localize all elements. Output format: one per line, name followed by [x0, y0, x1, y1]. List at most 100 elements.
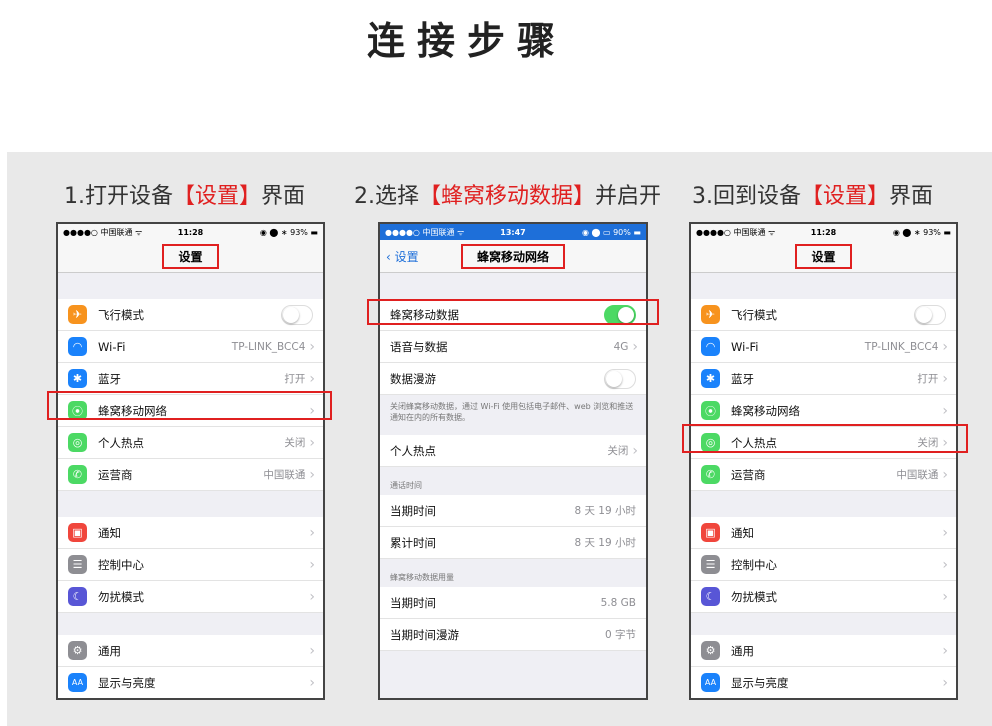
settings-row[interactable]: ✱ 蓝牙 打开 ›: [691, 363, 956, 395]
settings-row[interactable]: AA 显示与亮度 ›: [691, 667, 956, 698]
row-value: 5.8 GB: [600, 596, 636, 609]
usage-row: 当期时间漫游 0 字节: [380, 619, 646, 651]
phone-screenshot-cellular: ●●●●○ 中国联通 ᯤ 13:47 ◉ ⬤ ▭ 90% ▬ ‹ 设置 蜂窝移动…: [378, 222, 648, 700]
moon-icon: ☾: [701, 587, 720, 606]
chevron-right-icon: ›: [309, 674, 315, 691]
chevron-right-icon: ›: [942, 674, 948, 691]
row-label: 通用: [731, 643, 754, 658]
row-label: 通用: [98, 643, 121, 658]
row-label: 通知: [98, 525, 121, 540]
settings-group-system: ▣ 通知 › ☰ 控制中心 › ☾ 勿扰模式 ›: [58, 517, 323, 613]
step-3-title: 3.回到设备【设置】界面: [692, 178, 933, 210]
carrier-text: ●●●●○ 中国联通 ᯤ: [385, 227, 465, 237]
settings-row[interactable]: ☰ 控制中心 ›: [58, 549, 323, 581]
carrier-text: ●●●●○ 中国联通 ᯤ: [63, 227, 143, 237]
step-title-suffix: 并启开: [595, 184, 662, 209]
call-time-row: 累计时间 8 天 19 小时: [380, 527, 646, 559]
chevron-right-icon: ›: [942, 402, 948, 419]
display-icon: AA: [68, 673, 87, 692]
bracket-open: 【: [419, 184, 442, 209]
bracket-open: 【: [801, 184, 824, 209]
hotspot-row[interactable]: 个人热点 关闭 ›: [380, 435, 646, 467]
settings-row[interactable]: ✈ 飞行模式: [691, 299, 956, 331]
row-value: 关闭: [284, 437, 306, 449]
chevron-right-icon: ›: [942, 466, 948, 483]
settings-row[interactable]: ☾ 勿扰模式 ›: [58, 581, 323, 613]
cellular-description: 关闭蜂窝移动数据，通过 Wi-Fi 使用包括电子邮件、web 浏览和推送通知在内…: [380, 395, 646, 435]
step-2-title: 2.选择【蜂窝移动数据】并启开: [354, 178, 661, 210]
row-label: 语音与数据: [390, 339, 448, 354]
nav-title: 设置: [795, 243, 852, 269]
toggle-switch[interactable]: [914, 304, 946, 325]
row-value: 中国联通: [263, 469, 306, 481]
row-label: 蜂窝移动网络: [731, 403, 800, 418]
data-roaming-row[interactable]: 数据漫游: [380, 363, 646, 395]
page-title: 连接步骤: [366, 19, 567, 63]
control-center-icon: ☰: [701, 555, 720, 574]
chevron-right-icon: ›: [942, 642, 948, 659]
step-title-prefix: 1.打开设备: [64, 184, 173, 209]
call-time-row: 当期时间 8 天 19 小时: [380, 495, 646, 527]
settings-row[interactable]: ▣ 通知 ›: [58, 517, 323, 549]
settings-row[interactable]: ✈ 飞行模式: [58, 299, 323, 331]
highlight-cellular-data: [367, 299, 659, 325]
bracket-open: 【: [173, 184, 196, 209]
nav-bar: ‹ 设置 蜂窝移动网络: [380, 240, 646, 273]
row-label: 勿扰模式: [731, 589, 777, 604]
bluetooth-icon: ✱: [68, 369, 87, 388]
toggle-switch[interactable]: [281, 304, 313, 325]
highlight-personal-hotspot: [682, 424, 968, 453]
row-label: 累计时间: [390, 535, 436, 550]
phone-screenshot-settings: ●●●●○ 中国联通 ᯤ 11:28 ◉ ⬤ ∗ 93% ▬ 设置 ✈ 飞行模式 ◠…: [56, 222, 325, 700]
chevron-left-icon: ‹: [386, 250, 391, 264]
row-label: 个人热点: [98, 435, 144, 450]
settings-row[interactable]: ☰ 控制中心 ›: [691, 549, 956, 581]
settings-row[interactable]: ▣ 通知 ›: [691, 517, 956, 549]
settings-row[interactable]: ✆ 运营商 中国联通 ›: [58, 459, 323, 491]
row-label: 控制中心: [731, 557, 777, 572]
chevron-right-icon: ›: [942, 370, 948, 387]
hotspot-icon: ◎: [68, 433, 87, 452]
settings-row[interactable]: ◠ Wi-Fi TP-LINK_BCC4 ›: [58, 331, 323, 363]
row-label: Wi-Fi: [731, 339, 759, 354]
row-value: 8 天 19 小时: [574, 505, 636, 517]
nav-title: 设置: [162, 243, 219, 269]
row-label: 控制中心: [98, 557, 144, 572]
settings-row[interactable]: ✆ 运营商 中国联通 ›: [691, 459, 956, 491]
gear-icon: ⚙: [68, 641, 87, 660]
data-roaming-toggle[interactable]: [604, 368, 636, 389]
control-center-icon: ☰: [68, 555, 87, 574]
bluetooth-icon: ✱: [701, 369, 720, 388]
settings-row[interactable]: ☾ 勿扰模式 ›: [691, 581, 956, 613]
chevron-right-icon: ›: [942, 588, 948, 605]
settings-row[interactable]: ⦿ 蜂窝移动网络 ›: [691, 395, 956, 427]
chevron-right-icon: ›: [309, 588, 315, 605]
cellular-icon: ⦿: [701, 401, 720, 420]
row-label: 飞行模式: [731, 307, 777, 322]
wifi-icon: ◠: [68, 337, 87, 356]
clock-text: 13:47: [500, 227, 526, 237]
settings-row[interactable]: ◎ 个人热点 关闭 ›: [58, 427, 323, 459]
row-label: 显示与亮度: [98, 675, 156, 690]
settings-group-system: ▣ 通知 › ☰ 控制中心 › ☾ 勿扰模式 ›: [691, 517, 956, 613]
row-value: TP-LINK_BCC4: [864, 340, 939, 353]
voice-data-row[interactable]: 语音与数据 4G ›: [380, 331, 646, 363]
battery-status: ◉ ⬤ ▭ 90% ▬: [581, 227, 641, 237]
step-1-title: 1.打开设备【设置】界面: [64, 178, 305, 210]
settings-row[interactable]: AA 显示与亮度 ›: [58, 667, 323, 698]
step-title-highlight: 蜂窝移动数据: [441, 184, 574, 209]
section-header-call-time: 通话时间: [390, 481, 422, 490]
wifi-icon: ◠: [701, 337, 720, 356]
bracket-close: 】: [573, 184, 596, 209]
row-label: 当期时间漫游: [390, 627, 459, 642]
back-label: 设置: [394, 250, 419, 264]
status-bar: ●●●●○ 中国联通 ᯤ 11:28 ◉ ⬤ ∗ 93% ▬: [58, 224, 323, 240]
clock-text: 11:28: [177, 227, 204, 237]
settings-row[interactable]: ◠ Wi-Fi TP-LINK_BCC4 ›: [691, 331, 956, 363]
back-button[interactable]: ‹ 设置: [386, 248, 419, 265]
phone-screenshot-settings-return: ●●●●○ 中国联通 ᯤ 11:28 ◉ ⬤ ∗ 93% ▬ 设置 ✈ 飞行模式 ◠…: [689, 222, 958, 700]
section-header-usage: 蜂窝移动数据用量: [390, 573, 454, 582]
settings-row[interactable]: ⚙ 通用 ›: [58, 635, 323, 667]
gear-icon: ⚙: [701, 641, 720, 660]
settings-row[interactable]: ⚙ 通用 ›: [691, 635, 956, 667]
